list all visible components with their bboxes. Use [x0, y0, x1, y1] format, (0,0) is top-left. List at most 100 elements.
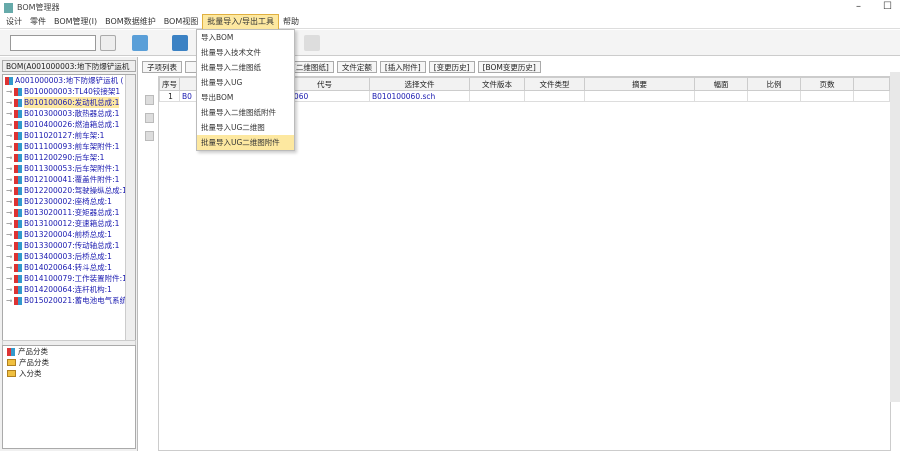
- folder-icon: [7, 359, 16, 366]
- tree-scrollbar[interactable]: [125, 75, 135, 355]
- tree-node[interactable]: ⊸ B013100012:变速箱总成:1: [3, 218, 135, 229]
- part-icon: [14, 109, 22, 118]
- col-summary[interactable]: 摘要: [584, 77, 695, 91]
- tree-node[interactable]: ⊸ B014200064:连杆机构:1: [3, 284, 135, 295]
- filter-button[interactable]: [100, 35, 116, 51]
- menu-bom-manage[interactable]: BOM管理(I): [50, 15, 101, 29]
- connector-icon[interactable]: ⊸: [6, 141, 12, 152]
- tree-node-label: B011100093:前车架附件:1: [24, 142, 120, 151]
- connector-icon[interactable]: ⊸: [6, 273, 12, 284]
- connector-icon[interactable]: ⊸: [6, 207, 12, 218]
- tree-node[interactable]: ⊸ B012100041:覆盖件附件:1: [3, 174, 135, 185]
- part-icon: [14, 219, 22, 228]
- connector-icon[interactable]: ⊸: [6, 97, 12, 108]
- connector-icon[interactable]: ⊸: [6, 119, 12, 130]
- category-root[interactable]: 产品分类: [3, 346, 135, 357]
- menu-design[interactable]: 设计: [2, 15, 26, 29]
- tree-node[interactable]: ⊸ B010400026:燃油箱总成:1: [3, 119, 135, 130]
- tree-node[interactable]: ⊸ B011300053:后车架附件:1: [3, 163, 135, 174]
- menu-batch-tools[interactable]: 批量导入/导出工具: [202, 13, 279, 30]
- edit-row-button[interactable]: [145, 113, 154, 123]
- dropdown-item[interactable]: 导入BOM: [197, 30, 294, 45]
- tab-quota[interactable]: 文件定额: [336, 61, 377, 73]
- col-filler: [853, 77, 890, 91]
- connector-icon[interactable]: ⊸: [6, 262, 12, 273]
- part-icon: [14, 197, 22, 206]
- dropdown-item[interactable]: 批量导入UG二维图: [197, 120, 294, 135]
- menu-bom-data[interactable]: BOM数据维护: [101, 15, 160, 29]
- category-item[interactable]: 产品分类: [3, 357, 135, 368]
- connector-icon[interactable]: ⊸: [6, 130, 12, 141]
- right-scrollbar[interactable]: [890, 72, 900, 402]
- col-scale[interactable]: 比例: [747, 77, 801, 91]
- dropdown-item[interactable]: 批量导入技术文件: [197, 45, 294, 60]
- connector-icon[interactable]: ⊸: [6, 240, 12, 251]
- connector-icon[interactable]: ⊸: [6, 152, 12, 163]
- copy-icon[interactable]: [132, 35, 148, 51]
- tree-node[interactable]: ⊸ B013400003:后桥总成:1: [3, 251, 135, 262]
- menu-parts[interactable]: 零件: [26, 15, 50, 29]
- tree-node[interactable]: ⊸ B011200290:后车架:1: [3, 152, 135, 163]
- bom-select[interactable]: BOM(A001000003:地下防爆铲运机: [2, 60, 136, 72]
- tree-node[interactable]: ⊸ B011100093:前车架附件:1: [3, 141, 135, 152]
- category-tree: 产品分类 产品分类 入分类: [2, 345, 136, 449]
- col-type[interactable]: 文件类型: [524, 77, 585, 91]
- col-seq[interactable]: 序号: [159, 77, 180, 91]
- tree-node[interactable]: ⊸ B014100079:工作装置附件:1: [3, 273, 135, 284]
- dropdown-item[interactable]: 批量导入二维图纸附件: [197, 105, 294, 120]
- tab-bom-history[interactable]: [BOM变更历史]: [477, 61, 541, 73]
- connector-icon[interactable]: ⊸: [6, 284, 12, 295]
- tab-children[interactable]: 子项列表: [142, 61, 182, 73]
- tree-node-label: B014100079:工作装置附件:1: [24, 274, 127, 283]
- col-size[interactable]: 幅面: [694, 77, 748, 91]
- tree-node[interactable]: ⊸ B012200020:驾驶操纵总成:1: [3, 185, 135, 196]
- left-panel: BOM(A001000003:地下防爆铲运机 A001000003:地下防爆铲运…: [0, 57, 138, 451]
- minimize-button[interactable]: –: [856, 1, 861, 12]
- connector-icon[interactable]: ⊸: [6, 295, 12, 306]
- dropdown-item[interactable]: 批量导入UG: [197, 75, 294, 90]
- connector-icon[interactable]: ⊸: [6, 251, 12, 262]
- tree-node[interactable]: ⊸ B011020127:前车架:1: [3, 130, 135, 141]
- tab-history[interactable]: [变更历史]: [428, 61, 475, 73]
- lock-icon[interactable]: [304, 35, 320, 51]
- tree-node-label: B011300053:后车架附件:1: [24, 164, 120, 173]
- tree-node[interactable]: ⊸ B013020011:变矩器总成:1: [3, 207, 135, 218]
- part-icon: [14, 87, 22, 96]
- tree-node[interactable]: ⊸ B014020064:转斗总成:1: [3, 262, 135, 273]
- maximize-button[interactable]: ☐: [883, 1, 892, 12]
- dropdown-item[interactable]: 批量导入UG二维图附件: [197, 135, 294, 150]
- dropdown-item[interactable]: 导出BOM: [197, 90, 294, 105]
- window-title: BOM管理器: [17, 3, 60, 12]
- tree-node[interactable]: A001000003:地下防爆铲运机 (: [3, 75, 135, 86]
- connector-icon[interactable]: ⊸: [6, 163, 12, 174]
- tree-node[interactable]: ⊸ B015020021:蓄电池电气系统:1: [3, 295, 135, 306]
- paste-icon[interactable]: [172, 35, 188, 51]
- connector-icon[interactable]: ⊸: [6, 196, 12, 207]
- menu-help[interactable]: 帮助: [279, 15, 303, 29]
- search-input[interactable]: [10, 35, 96, 51]
- connector-icon[interactable]: ⊸: [6, 108, 12, 119]
- connector-icon[interactable]: ⊸: [6, 174, 12, 185]
- connector-icon[interactable]: ⊸: [6, 229, 12, 240]
- title-bar: BOM管理器 – ☐: [0, 0, 900, 15]
- cell-file[interactable]: B010100060.sch: [369, 90, 470, 102]
- category-item[interactable]: 入分类: [3, 368, 135, 379]
- tab-attachments[interactable]: [插入附件]: [379, 61, 426, 73]
- col-file[interactable]: 选择文件: [369, 77, 470, 91]
- tree-node[interactable]: ⊸ B013200004:前桥总成:1: [3, 229, 135, 240]
- tree-node[interactable]: ⊸ B010000003:TL40铰接架1: [3, 86, 135, 97]
- part-icon: [14, 131, 22, 140]
- delete-row-button[interactable]: [145, 131, 154, 141]
- tree-node[interactable]: ⊸ B012300002:座椅总成:1: [3, 196, 135, 207]
- connector-icon[interactable]: ⊸: [6, 218, 12, 229]
- dropdown-item[interactable]: 批量导入二维图纸: [197, 60, 294, 75]
- tree-node[interactable]: ⊸ B010300003:散热器总成:1: [3, 108, 135, 119]
- col-version[interactable]: 文件版本: [469, 77, 525, 91]
- tree-node[interactable]: ⊸ B010100060:发动机总成:1: [3, 97, 135, 108]
- col-pages[interactable]: 页数: [800, 77, 854, 91]
- add-row-button[interactable]: [145, 95, 154, 105]
- menu-bom-view[interactable]: BOM视图: [160, 15, 203, 29]
- connector-icon[interactable]: ⊸: [6, 185, 12, 196]
- connector-icon[interactable]: ⊸: [6, 86, 12, 97]
- tree-node[interactable]: ⊸ B013300007:传动轴总成:1: [3, 240, 135, 251]
